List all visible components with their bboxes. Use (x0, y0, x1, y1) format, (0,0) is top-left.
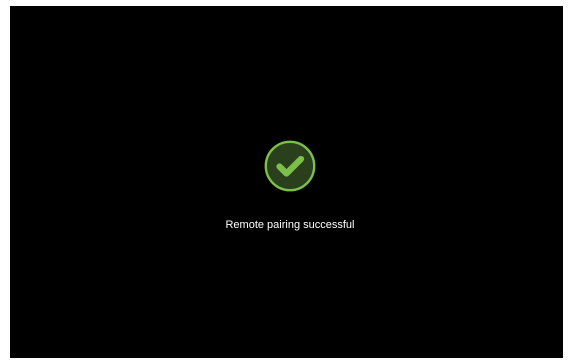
pairing-screen: Remote pairing successful (10, 6, 563, 358)
pairing-success-message: Remote pairing successful (225, 219, 355, 231)
check-circle-icon (263, 139, 317, 193)
